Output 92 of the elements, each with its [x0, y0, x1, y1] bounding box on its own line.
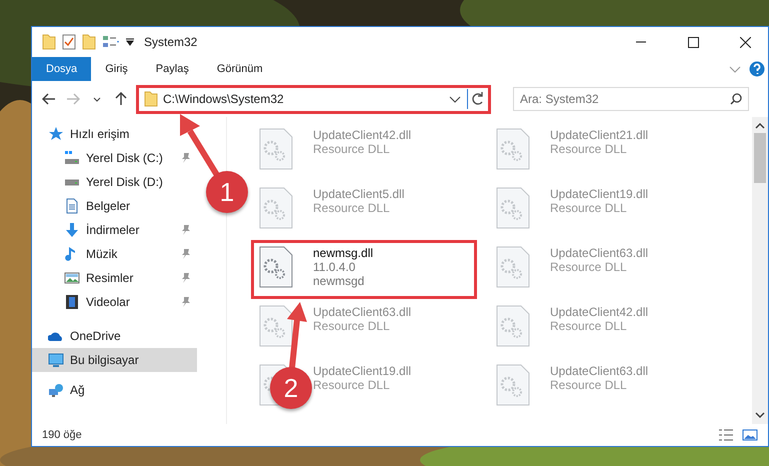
sidebar-label: Resimler [86, 271, 134, 285]
annotation-arrow [287, 302, 307, 368]
scroll-down-icon[interactable] [755, 412, 765, 418]
search-field[interactable]: Ara: System32 [513, 87, 749, 111]
pictures-icon [64, 270, 80, 286]
chevron-down-icon [93, 96, 101, 102]
chevron-down-icon [729, 66, 741, 72]
sidebar-label: İndirmeler [86, 223, 140, 237]
file-name: UpdateClient19.dll [550, 187, 648, 201]
address-path: C:\Windows\System32 [163, 92, 285, 106]
gear-file-icon [496, 364, 530, 406]
sidebar-item[interactable]: Belgeler [32, 194, 136, 218]
sidebar-item[interactable]: OneDrive [32, 324, 127, 348]
video-icon [64, 294, 80, 310]
file-detail: Resource DLL [313, 319, 391, 333]
sidebar-item[interactable]: Hızlı erişim [32, 122, 136, 146]
file-detail: Resource DLL [550, 142, 628, 156]
file-name: UpdateClient42.dll [550, 305, 648, 319]
details-view-icon[interactable] [718, 429, 734, 441]
windrive-icon [64, 150, 80, 166]
sidebar-label: Yerel Disk (C:) [86, 151, 164, 165]
gear-file-icon [259, 246, 293, 288]
close-icon [740, 36, 750, 48]
file-detail: Resource DLL [550, 378, 628, 392]
address-field[interactable]: C:\Windows\System32 [136, 84, 491, 114]
sidebar-label: Müzik [86, 247, 118, 261]
sidebar-item[interactable]: İndirmeler [32, 218, 197, 242]
folder-icon [144, 91, 158, 107]
forward-arrow-icon [66, 93, 80, 105]
sidebar-label: Ağ [70, 383, 85, 397]
sidebar-item[interactable]: Resimler [32, 266, 197, 290]
file-name: UpdateClient63.dll [550, 246, 648, 260]
ribbon-tab[interactable]: Dosya [32, 57, 92, 81]
file-name: UpdateClient5.dll [313, 187, 404, 201]
window-title: System32 [144, 35, 198, 49]
sidebar-item[interactable]: Yerel Disk (D:) [32, 170, 169, 194]
file-item[interactable]: newmsg.dll 11.0.4.0 newmsgd [251, 240, 477, 299]
gear-file-icon [259, 187, 293, 229]
file-name: UpdateClient21.dll [550, 128, 648, 142]
sidebar-label: Belgeler [86, 199, 130, 213]
sidebar-label: Videolar [86, 295, 131, 309]
item-count: 190 öğe [42, 429, 83, 441]
scroll-thumb[interactable] [754, 133, 766, 183]
file-detail: Resource DLL [313, 378, 391, 392]
back-arrow-icon [42, 93, 56, 105]
gear-file-icon [259, 305, 293, 347]
star-icon [48, 126, 64, 142]
file-name: UpdateClient63.dll [313, 305, 412, 319]
file-detail: Resource DLL [550, 319, 628, 333]
file-name: UpdateClient42.dll [313, 128, 412, 142]
up-arrow-icon [115, 92, 127, 106]
gear-file-icon [496, 187, 530, 229]
ribbon-tab[interactable]: Giriş [91, 57, 142, 81]
sidebar-label: Hızlı erişim [70, 127, 130, 141]
properties-icon[interactable] [62, 34, 76, 50]
large-icons-view-icon[interactable] [742, 429, 758, 441]
help-icon [749, 61, 765, 77]
file-detail: Resource DLL [550, 260, 628, 274]
file-name: newmsg.dll [313, 246, 374, 260]
view-list-icon[interactable] [102, 35, 120, 49]
ribbon-tab[interactable]: Paylaş [142, 57, 203, 81]
download-icon [64, 222, 80, 238]
sidebar-item[interactable]: Ağ [32, 378, 91, 402]
search-icon [730, 93, 742, 105]
sidebar-label: Bu bilgisayar [70, 353, 140, 367]
scrollbar[interactable] [752, 117, 768, 424]
sidebar-item[interactable]: Bu bilgisayar [32, 348, 197, 372]
drive-icon [64, 178, 80, 186]
ribbon-tab[interactable]: Görünüm [202, 57, 277, 81]
gear-file-icon [496, 128, 530, 170]
file-detail: newmsgd [313, 274, 366, 288]
network-icon [48, 382, 64, 398]
file-detail: 11.0.4.0 [313, 260, 356, 274]
customize-icon[interactable] [126, 37, 134, 47]
gear-file-icon [496, 305, 530, 347]
sidebar-item[interactable]: Videolar [32, 290, 197, 314]
computer-icon [48, 352, 64, 368]
sidebar-item[interactable]: Müzik [32, 242, 197, 266]
file-name: UpdateClient63.dll [550, 364, 648, 378]
file-detail: Resource DLL [313, 201, 391, 215]
file-detail: Resource DLL [313, 142, 391, 156]
file-name: UpdateClient19.dll [313, 364, 412, 378]
gear-file-icon [496, 246, 530, 288]
sidebar-label: OneDrive [70, 329, 121, 343]
sidebar-item[interactable]: Yerel Disk (C:) [32, 146, 197, 170]
document-icon [64, 198, 80, 214]
maximize-icon [688, 36, 698, 48]
scroll-up-icon[interactable] [755, 123, 765, 129]
sidebar-label: Yerel Disk (D:) [86, 175, 163, 189]
file-detail: Resource DLL [550, 201, 628, 215]
gear-file-icon [259, 128, 293, 170]
dropdown-icon[interactable] [449, 96, 461, 102]
